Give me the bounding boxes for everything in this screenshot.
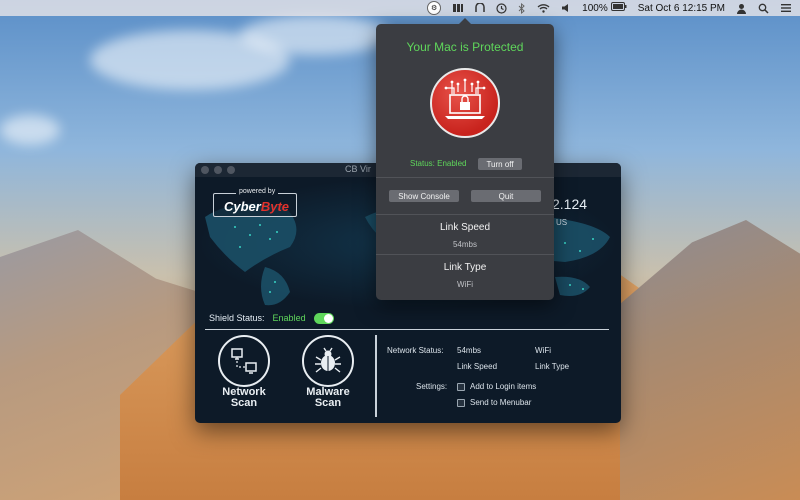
popover-link-speed-label: Link Speed [439, 222, 491, 233]
brand-powered-by: powered by [236, 188, 279, 195]
link-speed-value: 54mbs [457, 346, 482, 355]
time-machine-icon[interactable] [496, 2, 507, 14]
column-divider [375, 335, 377, 417]
protection-title: Your Mac is Protected [406, 40, 524, 54]
network-scan-button[interactable] [218, 335, 270, 387]
cyberbyte-logo: powered by CyberByte [213, 188, 297, 217]
network-status-label: Network Status: [387, 346, 444, 355]
section-divider [205, 329, 609, 330]
close-window-button[interactable] [201, 166, 209, 174]
show-console-button[interactable]: Show Console [389, 190, 459, 202]
notification-center-icon[interactable] [780, 3, 792, 13]
link-type-label: Link Type [535, 362, 570, 371]
battery-percent: 100% [582, 2, 608, 14]
login-items-checkbox-box[interactable] [457, 382, 465, 391]
wifi-icon[interactable] [537, 3, 550, 13]
shield-status-label: Shield Status: [209, 313, 265, 323]
link-speed-label: Link Speed [457, 362, 498, 371]
user-icon[interactable] [736, 3, 747, 14]
quit-button[interactable]: Quit [471, 190, 541, 202]
popover-divider [376, 177, 554, 178]
location-label: US [556, 218, 568, 227]
bluetooth-icon[interactable] [518, 2, 526, 14]
settings-label: Settings: [416, 382, 448, 391]
cb-virus-menubar-icon[interactable]: ⚙ [427, 1, 442, 15]
window-title: CB Vir [345, 164, 371, 174]
bars-icon[interactable] [452, 3, 464, 13]
arch-icon[interactable] [475, 3, 485, 13]
login-items-label: Add to Login items [470, 382, 537, 391]
popover-divider [376, 214, 554, 215]
bug-icon [315, 347, 341, 373]
volume-icon[interactable] [561, 3, 571, 13]
ip-address: 2.124 [552, 196, 588, 212]
menubar-popover: Your Mac is Protected Status: Enabled Tu… [376, 18, 554, 300]
network-scan-label[interactable]: Network Scan [209, 387, 279, 409]
spotlight-search-icon[interactable] [758, 3, 769, 14]
malware-scan-button[interactable] [302, 335, 354, 387]
send-to-menubar-checkbox[interactable]: Send to Menubar [457, 398, 531, 407]
shield-toggle[interactable] [313, 312, 334, 324]
shield-status-row: Shield Status: Enabled [209, 310, 334, 326]
popover-divider [376, 254, 554, 255]
shield-status-value: Enabled [272, 313, 306, 323]
popover-link-speed-value: 54mbs [452, 240, 477, 249]
popover-link-type-label: Link Type [443, 262, 487, 273]
turn-off-button[interactable]: Turn off [478, 158, 522, 170]
menu-bar: ⚙ 100% Sat Oct 6 12:15 PM [0, 0, 800, 16]
link-type-value: WiFi [535, 346, 551, 355]
lock-laptop-icon [430, 68, 500, 138]
send-to-menubar-checkbox-box[interactable] [457, 398, 465, 407]
menubar-clock[interactable]: Sat Oct 6 12:15 PM [638, 3, 725, 14]
brand-name: CyberByte [224, 199, 290, 214]
zoom-window-button[interactable] [227, 166, 235, 174]
login-items-checkbox[interactable]: Add to Login items [457, 382, 536, 391]
battery-status: 100% [582, 2, 627, 14]
malware-scan-label[interactable]: Malware Scan [293, 387, 363, 409]
popover-status: Status: Enabled [410, 159, 467, 168]
send-to-menubar-label: Send to Menubar [470, 398, 532, 407]
minimize-window-button[interactable] [214, 166, 222, 174]
popover-link-type-value: WiFi [457, 280, 473, 289]
network-icon [231, 348, 257, 374]
battery-icon[interactable] [610, 2, 627, 14]
